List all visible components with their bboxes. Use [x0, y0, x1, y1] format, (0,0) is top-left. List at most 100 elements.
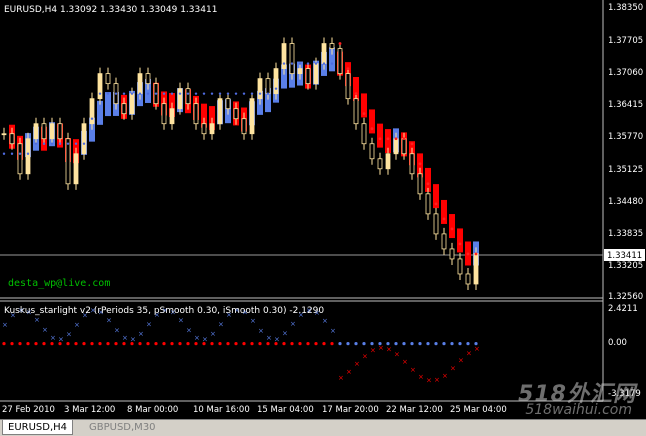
zero-line-dot [34, 342, 38, 346]
trail-dot-red [434, 202, 438, 206]
zero-line-dot [370, 342, 374, 346]
zero-line-dot [258, 342, 262, 346]
indicator-cross: × [322, 317, 328, 325]
price-label: 1.37705 [608, 36, 643, 46]
indicator-cross: × [34, 316, 40, 324]
candle-body [57, 123, 63, 140]
indicator-cross: × [354, 360, 360, 368]
candle-body [217, 98, 223, 125]
candle-body [1, 133, 7, 136]
candle-body [257, 78, 263, 100]
candle-body [401, 138, 407, 155]
band-segment [377, 123, 383, 148]
trail-dot-red [354, 92, 358, 96]
zero-line-dot [434, 342, 438, 346]
zero-line-dot [418, 342, 422, 346]
indicator-cross: × [394, 351, 400, 359]
indicator-cross: × [442, 372, 448, 380]
trail-dot-red [450, 227, 454, 231]
candle-body [385, 153, 391, 170]
price-label: 1.35125 [608, 165, 643, 175]
candle-body [121, 103, 127, 115]
indicator-cross: × [58, 335, 64, 343]
candle-body [337, 48, 343, 75]
trail-dot-blue [226, 92, 230, 95]
trail-dot-blue [26, 152, 30, 155]
zero-line-dot [82, 342, 86, 346]
mt4-chart-window: × × × × × × × × × × × × × × × × × × × × × × × × × × × × × × × × × × × × × × × ×… [0, 0, 646, 436]
candle-body [201, 123, 207, 135]
time-label: 15 Mar 04:00 [257, 405, 314, 415]
trail-dot-blue [234, 92, 238, 95]
indicator-cross: × [418, 373, 424, 381]
band-segment [105, 92, 111, 117]
tab-gbpusd-m30[interactable]: GBPUSD,M30 [84, 420, 161, 435]
price-label: 1.32560 [608, 292, 643, 302]
trail-dot-red [442, 217, 446, 221]
tab-eurusd-h4[interactable]: EURUSD,H4 [2, 420, 74, 435]
trail-dot-blue [290, 62, 294, 65]
chart-tab-bar: EURUSD,H4 GBPUSD,M30 [0, 419, 646, 436]
trail-dot-blue [122, 92, 126, 95]
trail-dot-red [466, 252, 470, 256]
zero-line-dot [282, 342, 286, 346]
trail-dot-blue [74, 142, 78, 145]
trail-dot-blue [242, 92, 246, 95]
trail-dot-blue [258, 92, 262, 95]
time-label: 3 Mar 12:00 [64, 405, 115, 415]
indicator-cross: × [114, 326, 120, 334]
indicator-cross: × [378, 344, 384, 352]
trail-dot-red [402, 137, 406, 141]
band-segment [457, 228, 463, 253]
indicator-cross: × [410, 366, 416, 374]
time-label: 17 Mar 20:00 [322, 405, 379, 415]
indicator-cross: × [42, 326, 48, 334]
zero-line-dot [354, 342, 358, 346]
trail-dot-blue [10, 152, 14, 155]
trail-dot-red [474, 252, 478, 256]
trail-dot-blue [2, 152, 6, 155]
zero-line-dot [394, 342, 398, 346]
trail-dot-blue [322, 62, 326, 65]
candle-body [281, 43, 287, 70]
site-watermark-url: 518waihui.com [525, 402, 632, 418]
trail-dot-blue [130, 92, 134, 95]
zero-line-dot [362, 342, 366, 346]
trail-dot-blue [306, 62, 310, 65]
zero-line-dot [298, 342, 302, 346]
zero-line-dot [442, 342, 446, 346]
zero-line-dot [266, 342, 270, 346]
zero-line-dot [426, 342, 430, 346]
candle-body [49, 123, 55, 140]
trail-dot-blue [98, 92, 102, 95]
indicator-cross: × [66, 330, 72, 338]
zero-line-dot [218, 342, 222, 346]
smoothed-band [9, 47, 479, 266]
candle-body [249, 98, 255, 135]
indicator-cross: × [178, 317, 184, 325]
price-label: 1.38350 [608, 3, 643, 13]
candle-body [33, 123, 39, 140]
indicator-cross: × [362, 352, 368, 360]
price-label: 1.36415 [608, 100, 643, 110]
candle-body [41, 123, 47, 140]
candle-body [433, 213, 439, 235]
chart-canvas[interactable]: ××× ×××× ××××× ×××× ××××× ×××× ××××× ×××× ××××× ×… [0, 0, 646, 419]
indicator-cross: × [186, 327, 192, 335]
trail-dot-blue [138, 92, 142, 95]
zero-line-dot [106, 342, 110, 346]
trail-dot-blue [146, 92, 150, 95]
candle-body [225, 98, 231, 110]
candle-body [89, 98, 95, 125]
zero-line-dot [410, 342, 414, 346]
candle-body [185, 88, 191, 105]
trail-dot-red [394, 137, 398, 141]
zero-line-dot [26, 342, 30, 346]
trail-dot-blue [314, 62, 318, 65]
zero-line-dot [90, 342, 94, 346]
trail-dot-blue [266, 92, 270, 95]
zero-line-dot [290, 342, 294, 346]
zero-line-dot [338, 342, 342, 346]
price-label: 1.34480 [608, 197, 643, 207]
zero-line-dot [162, 342, 166, 346]
